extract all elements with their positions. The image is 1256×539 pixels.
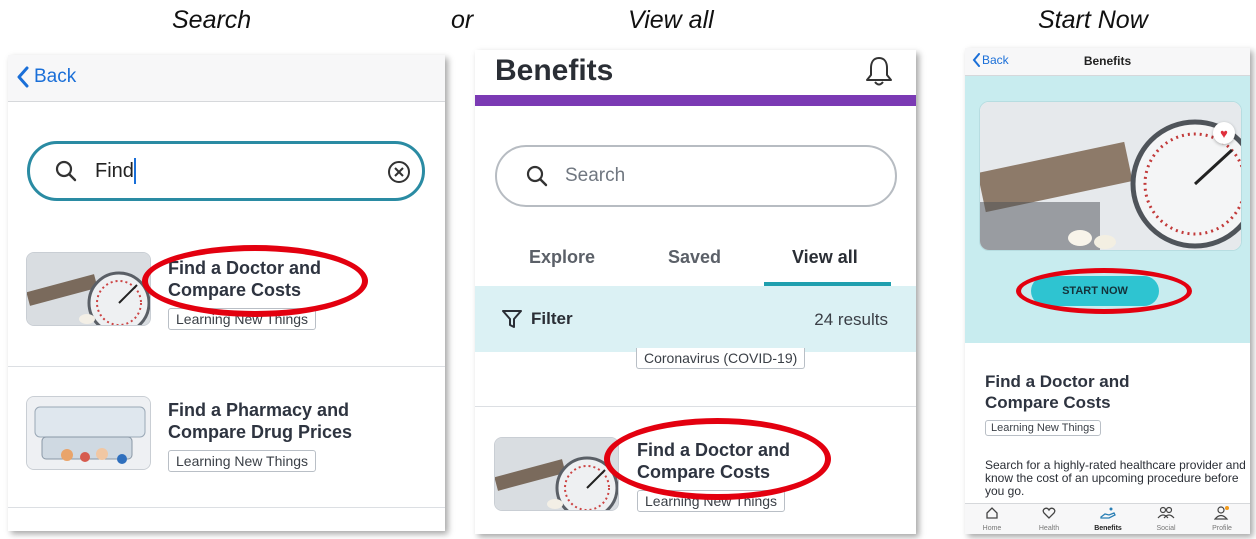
result-title-line: Compare Drug Prices [168, 422, 353, 442]
highlight-ellipse [1016, 268, 1192, 314]
filter-icon [502, 310, 522, 328]
filter-bar: Filter 24 results [475, 286, 916, 352]
home-icon [986, 507, 998, 519]
back-button[interactable]: Back [16, 65, 76, 89]
caption-view-all: View all [628, 6, 714, 34]
nav-home-label: Home [982, 525, 1002, 532]
nav-social[interactable]: Social [1149, 506, 1183, 532]
chevron-left-icon [17, 66, 29, 88]
detail-description: Search for a highly-rated healthcare pro… [985, 458, 1246, 498]
result-title: Find a Pharmacy and Compare Drug Prices [168, 399, 352, 443]
tab-saved[interactable]: Saved [668, 247, 721, 268]
nav-home[interactable]: Home [975, 506, 1009, 532]
benefits-hand-icon [1100, 507, 1116, 519]
nav-social-label: Social [1156, 525, 1176, 532]
nav-benefits-label: Benefits [1094, 525, 1122, 532]
detail-heading-line: Find a Doctor and [985, 372, 1130, 391]
filter-button[interactable]: Filter [501, 308, 573, 330]
nav-bar: Back Benefits [965, 48, 1250, 76]
back-label: Back [34, 66, 77, 87]
benefits-view-all-screen: Benefits Search Explore Saved View all F… [475, 50, 916, 534]
hero-card: ♥ [979, 101, 1242, 251]
caption-or: or [451, 6, 474, 34]
detail-heading: Find a Doctor and Compare Costs [985, 371, 1130, 413]
profile-icon [1213, 506, 1229, 520]
nav-title: Benefits [1083, 54, 1132, 68]
search-icon [55, 160, 77, 182]
highlight-ellipse [142, 245, 368, 317]
detail-heading-line: Compare Costs [985, 393, 1111, 412]
nav-health[interactable]: Health [1032, 506, 1066, 532]
divider [8, 507, 445, 508]
nav-bar: Back [8, 55, 445, 102]
bottom-nav: Home Health Benefits Social Profile [965, 503, 1250, 534]
text-cursor [134, 158, 136, 184]
thumbnail-image [26, 396, 151, 470]
filter-label: Filter [531, 309, 573, 328]
category-tag: Learning New Things [168, 450, 317, 472]
hero-image [980, 102, 1241, 250]
search-input[interactable]: Search [495, 145, 897, 207]
people-icon [1157, 506, 1175, 519]
search-input[interactable]: Find [27, 141, 425, 201]
results-count: 24 results [814, 310, 888, 329]
bell-icon[interactable] [864, 55, 894, 87]
page-title: Benefits [495, 54, 614, 87]
category-tag: Coronavirus (COVID-19) [636, 348, 806, 369]
search-screen: Back Find Find a Doctor and Compare Cost… [8, 55, 445, 531]
nav-health-label: Health [1038, 525, 1060, 532]
caption-start-now: Start Now [1038, 6, 1148, 34]
result-title-line: Find a Pharmacy and [168, 400, 350, 420]
nav-profile[interactable]: Profile [1205, 506, 1239, 532]
tab-explore[interactable]: Explore [529, 247, 595, 268]
search-value: Find [95, 160, 134, 182]
search-icon [526, 165, 548, 187]
nav-profile-label: Profile [1212, 525, 1232, 532]
clear-icon[interactable] [386, 159, 412, 185]
detail-content: Find a Doctor and Compare Costs Learning… [965, 343, 1250, 503]
favorite-button[interactable]: ♥ [1213, 122, 1235, 144]
heart-outline-icon [1042, 507, 1056, 519]
thumbnail-image [494, 437, 619, 511]
benefit-detail-screen: Back Benefits ♥ START NOW Find a Doctor … [965, 48, 1250, 534]
highlight-ellipse [604, 418, 831, 500]
divider [475, 406, 916, 407]
tab-view-all[interactable]: View all [792, 247, 858, 268]
divider [8, 366, 445, 367]
purple-bar [475, 95, 916, 106]
list-item[interactable]: Find a Pharmacy and Compare Drug Prices … [8, 375, 445, 495]
thumbnail-image [26, 252, 151, 326]
heart-icon: ♥ [1220, 125, 1228, 141]
category-tag: Learning New Things [985, 420, 1101, 436]
nav-benefits[interactable]: Benefits [1089, 506, 1127, 532]
caption-search: Search [172, 6, 252, 34]
search-placeholder: Search [565, 165, 626, 186]
